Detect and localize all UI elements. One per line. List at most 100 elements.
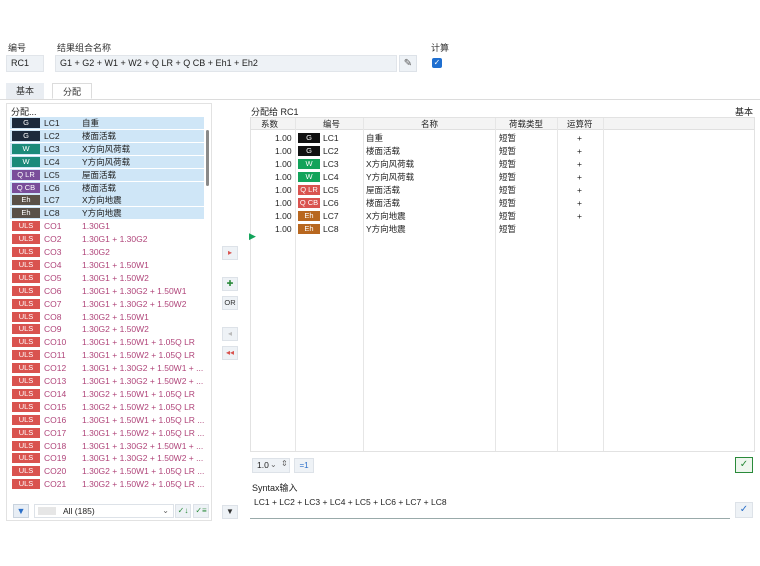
list-item[interactable]: ULS CO11 1.30G1 + 1.50W2 + 1.05Q LR bbox=[10, 349, 204, 361]
factor-select[interactable]: 1.0 ⌄ ⇕ bbox=[252, 458, 290, 473]
row-operator[interactable]: + bbox=[577, 210, 582, 222]
row-factor[interactable]: 1.00 bbox=[275, 210, 292, 222]
name-field[interactable]: G1 + G2 + W1 + W2 + Q LR + Q CB + Eh1 + … bbox=[55, 55, 397, 72]
expand-button[interactable]: ▼ bbox=[222, 505, 238, 519]
table-row[interactable]: 1.00 G LC2 楼面活载 短暂 + bbox=[251, 145, 754, 157]
add-or-button[interactable]: OR bbox=[222, 296, 238, 310]
list-item[interactable]: ULS CO14 1.30G2 + 1.50W1 + 1.05Q LR bbox=[10, 388, 204, 400]
factor-select-value: 1.0 bbox=[257, 460, 269, 470]
list-item[interactable]: ULS CO7 1.30G1 + 1.30G2 + 1.50W2 bbox=[10, 298, 204, 310]
list-item[interactable]: Eh LC7 X方向地震 bbox=[10, 194, 204, 207]
list-item[interactable]: ULS CO1 1.30G1 bbox=[10, 220, 204, 232]
list-item-id: CO17 bbox=[44, 427, 67, 438]
row-operator[interactable]: + bbox=[577, 132, 582, 144]
table-row[interactable]: 1.00 W LC4 Y方向风荷载 短暂 + bbox=[251, 171, 754, 183]
apply-button[interactable]: ✓ bbox=[735, 457, 753, 473]
assigned-table[interactable]: 系数 编号 名称 荷载类型 运算符 1.00 G LC1 自重 短暂 +1.00 G LC2 楼… bbox=[250, 117, 755, 452]
add-selected-button[interactable]: ▸ bbox=[222, 246, 238, 260]
calc-checkbox[interactable]: ✓ bbox=[432, 58, 442, 68]
list-item[interactable]: ULS CO12 1.30G1 + 1.30G2 + 1.50W1 + ... bbox=[10, 362, 204, 374]
edit-name-button[interactable]: ✎ bbox=[399, 55, 417, 72]
table-row[interactable]: 1.00 Q LR LC5 屋面活载 短暂 + bbox=[251, 184, 754, 196]
row-operator[interactable]: + bbox=[577, 171, 582, 183]
list-item-id: LC2 bbox=[44, 130, 60, 141]
current-row-marker-icon: ▶ bbox=[249, 231, 256, 241]
list-item[interactable]: ULS CO20 1.30G2 + 1.50W1 + 1.05Q LR ... bbox=[10, 465, 204, 477]
syntax-label: Syntax输入 bbox=[252, 483, 298, 493]
list-item-badge: ULS bbox=[12, 311, 40, 322]
tab-assign[interactable]: 分配 bbox=[52, 83, 93, 99]
list-item[interactable]: ULS CO2 1.30G1 + 1.30G2 bbox=[10, 233, 204, 245]
list-item[interactable]: W LC4 Y方向风荷载 bbox=[10, 155, 204, 168]
list-item[interactable]: ULS CO9 1.30G2 + 1.50W2 bbox=[10, 323, 204, 335]
row-factor[interactable]: 1.00 bbox=[275, 145, 292, 157]
table-row[interactable]: 1.00 W LC3 X方向风荷载 短暂 + bbox=[251, 158, 754, 170]
list-item[interactable]: ULS CO5 1.30G1 + 1.50W2 bbox=[10, 272, 204, 284]
list-item[interactable]: ULS CO3 1.30G2 bbox=[10, 246, 204, 258]
list-item-badge: G bbox=[12, 130, 40, 141]
list-item[interactable]: Eh LC8 Y方向地震 bbox=[10, 207, 204, 220]
chevron-down-icon: ⌄ bbox=[162, 506, 169, 515]
list-item[interactable]: Q CB LC6 楼面活载 bbox=[10, 181, 204, 194]
list-item[interactable]: ULS CO21 1.30G2 + 1.50W2 + 1.05Q LR ... bbox=[10, 478, 204, 490]
remove-selected-button[interactable]: ◂ bbox=[222, 327, 238, 341]
filter-button[interactable]: ▼ bbox=[13, 504, 29, 518]
list-item-name: 1.30G2 + 1.50W2 + 1.05Q LR ... bbox=[82, 479, 204, 490]
list-item[interactable]: ULS CO16 1.30G1 + 1.50W1 + 1.05Q LR ... bbox=[10, 414, 204, 426]
list-item[interactable]: ULS CO6 1.30G1 + 1.30G2 + 1.50W1 bbox=[10, 285, 204, 297]
row-id: LC8 bbox=[323, 224, 339, 234]
syntax-apply-button[interactable]: ✓ bbox=[735, 502, 753, 518]
row-factor[interactable]: 1.00 bbox=[275, 132, 292, 144]
list-item[interactable]: Q LR LC5 屋面活载 bbox=[10, 168, 204, 181]
table-row[interactable]: 1.00 Eh LC8 Y方向地震 短暂 bbox=[251, 223, 754, 235]
invert-selection-button[interactable]: ✓≡ bbox=[193, 504, 209, 518]
table-row[interactable]: 1.00 G LC1 自重 短暂 + bbox=[251, 132, 754, 144]
row-name: X方向地震 bbox=[366, 211, 406, 221]
list-item[interactable]: W LC3 X方向风荷载 bbox=[10, 142, 204, 155]
select-all-button[interactable]: ✓↓ bbox=[175, 504, 191, 518]
list-item[interactable]: ULS CO18 1.30G1 + 1.30G2 + 1.50W1 + ... bbox=[10, 440, 204, 452]
row-factor[interactable]: 1.00 bbox=[275, 197, 292, 209]
list-item[interactable]: ULS CO10 1.30G1 + 1.50W1 + 1.05Q LR bbox=[10, 336, 204, 348]
row-operator[interactable]: + bbox=[577, 158, 582, 170]
table-row[interactable]: 1.00 Eh LC7 X方向地震 短暂 + bbox=[251, 210, 754, 222]
list-item-badge: ULS bbox=[12, 272, 40, 283]
list-item-name: 1.30G1 + 1.30G2 + 1.50W2 + ... bbox=[82, 453, 204, 464]
list-item-id: CO10 bbox=[44, 337, 67, 348]
list-item[interactable]: G LC1 自重 bbox=[10, 117, 204, 129]
list-item-name: 1.30G1 + 1.50W2 + 1.05Q LR bbox=[82, 350, 195, 361]
filter-select[interactable]: All (185) ⌄ bbox=[34, 504, 174, 518]
row-factor[interactable]: 1.00 bbox=[275, 184, 292, 196]
list-item-name: 1.30G1 + 1.30G2 + 1.50W1 + ... bbox=[82, 440, 204, 451]
syntax-input[interactable]: LC1 + LC2 + LC3 + LC4 + LC5 + LC6 + LC7 … bbox=[250, 495, 730, 519]
tab-basic[interactable]: 基本 bbox=[6, 83, 45, 99]
list-item[interactable]: ULS CO4 1.30G1 + 1.50W1 bbox=[10, 259, 204, 271]
remove-all-button[interactable]: ◂◂ bbox=[222, 346, 238, 360]
row-operator[interactable]: + bbox=[577, 197, 582, 209]
row-factor[interactable]: 1.00 bbox=[275, 223, 292, 235]
number-field[interactable]: RC1 bbox=[6, 55, 44, 72]
list-item[interactable]: ULS CO19 1.30G1 + 1.30G2 + 1.50W2 + ... bbox=[10, 452, 204, 464]
list-item[interactable]: ULS CO15 1.30G2 + 1.50W2 + 1.05Q LR bbox=[10, 401, 204, 413]
list-item-id: CO9 bbox=[44, 324, 62, 335]
list-item[interactable]: ULS CO8 1.30G2 + 1.50W1 bbox=[10, 311, 204, 323]
table-row[interactable]: 1.00 Q CB LC6 楼面活载 短暂 + bbox=[251, 197, 754, 209]
set-factor-one-button[interactable]: =1 bbox=[294, 458, 314, 473]
row-factor[interactable]: 1.00 bbox=[275, 171, 292, 183]
list-item-badge: ULS bbox=[12, 427, 40, 438]
list-item[interactable]: G LC2 楼面活载 bbox=[10, 129, 204, 142]
row-operator[interactable]: + bbox=[577, 145, 582, 157]
row-name: Y方向风荷载 bbox=[366, 172, 415, 182]
list-item-name: 1.30G2 + 1.50W1 bbox=[82, 311, 149, 322]
list-item-id: CO3 bbox=[44, 247, 62, 257]
row-name: 自重 bbox=[366, 133, 384, 143]
list-item[interactable]: ULS CO17 1.30G1 + 1.50W2 + 1.05Q LR ... bbox=[10, 427, 204, 439]
add-and-button[interactable]: ✚ bbox=[222, 277, 238, 291]
list-item-id: LC1 bbox=[44, 118, 60, 128]
left-scrollbar[interactable] bbox=[206, 130, 209, 186]
list-item[interactable]: ULS CO13 1.30G1 + 1.30G2 + 1.50W2 + ... bbox=[10, 375, 204, 387]
list-item-name: 1.30G2 + 1.50W2 + 1.05Q LR bbox=[82, 401, 195, 412]
row-factor[interactable]: 1.00 bbox=[275, 158, 292, 170]
row-operator[interactable]: + bbox=[577, 184, 582, 196]
load-case-list[interactable]: G LC1 自重 G LC2 楼面活载 W LC3 X方向风荷载 W LC4 Y方向风荷载 Q LR LC… bbox=[10, 117, 204, 501]
